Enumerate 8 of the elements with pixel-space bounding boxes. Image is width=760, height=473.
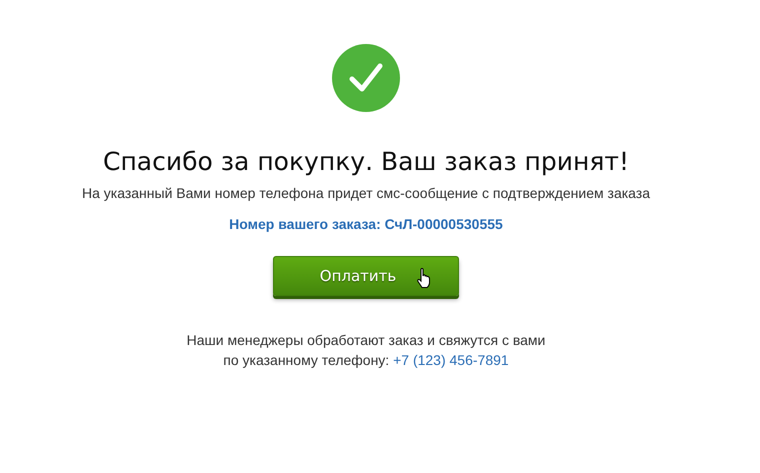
order-number: Номер вашего заказа: СчЛ-00000530555 [229,215,503,233]
phone-link[interactable]: +7 (123) 456-7891 [393,352,509,368]
pay-button[interactable]: Оплатить [273,256,459,296]
hand-cursor-icon [417,268,431,288]
confirmation-text: На указанный Вами номер телефона придет смс-сообщение с подтверждением заказа [82,184,650,202]
page-title: Спасибо за покупку. Ваш заказ принят! [102,146,629,178]
check-icon [332,44,400,112]
footer-text: Наши менеджеры обработают заказ и свяжутся с вами по указанному телефону: +7 (123) 456-7891 [186,331,546,370]
